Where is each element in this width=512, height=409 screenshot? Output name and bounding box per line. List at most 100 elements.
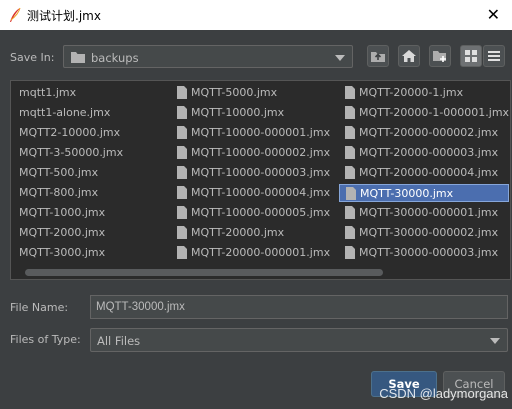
file-icon: [177, 226, 187, 239]
file-name: MQTT-1000.jmx: [19, 206, 106, 219]
file-name: mqtt1-alone.jmx: [19, 106, 111, 119]
file-name: mqtt1.jmx: [19, 86, 77, 99]
file-name: MQTT-30000-000003.jmx: [359, 246, 499, 259]
file-icon: [345, 246, 355, 259]
file-list-item[interactable]: MQTT-30000.jmx: [339, 184, 509, 202]
file-icon: [345, 86, 355, 99]
file-list[interactable]: mqtt1.jmx mqtt1-alone.jmx MQTT2-10000.jmx M…: [10, 80, 511, 280]
file-icon: [346, 187, 356, 200]
file-name: MQTT2-10000.jmx: [19, 126, 121, 139]
file-name: MQTT-20000-000002.jmx: [359, 126, 499, 139]
file-icon: [345, 226, 355, 239]
file-icon: [345, 126, 355, 139]
files-of-type-dropdown[interactable]: All Files: [90, 328, 508, 352]
file-list-item[interactable]: MQTT-10000.jmx: [171, 104, 334, 122]
save-in-value: backups: [91, 51, 139, 65]
file-list-item[interactable]: MQTT-20000-000002.jmx: [339, 124, 509, 142]
file-list-item[interactable]: MQTT-3000.jmx: [16, 244, 166, 262]
file-list-item[interactable]: MQTT-20000.jmx: [171, 224, 334, 242]
details-view-icon: [488, 51, 500, 61]
file-list-item[interactable]: MQTT-10000-000001.jmx: [171, 124, 334, 142]
file-name: MQTT-10000-000005.jmx: [191, 206, 331, 219]
file-list-item[interactable]: MQTT-3-50000.jmx: [16, 144, 166, 162]
file-name: MQTT-3000.jmx: [19, 246, 106, 259]
file-name: MQTT-20000-000003.jmx: [359, 146, 499, 159]
folder-icon: [71, 52, 85, 63]
save-in-dropdown[interactable]: backups: [63, 45, 353, 68]
file-list-item[interactable]: MQTT-2000.jmx: [16, 224, 166, 242]
file-list-item[interactable]: MQTT-20000-000004.jmx: [339, 164, 509, 182]
files-of-type-label: Files of Type:: [10, 333, 81, 346]
file-list-item[interactable]: mqtt1-alone.jmx: [16, 104, 166, 122]
file-name: MQTT-500.jmx: [19, 166, 99, 179]
file-icon: [345, 146, 355, 159]
file-name: MQTT-30000.jmx: [360, 187, 454, 200]
file-name-input[interactable]: [90, 295, 508, 319]
file-icon: [177, 206, 187, 219]
file-list-item[interactable]: MQTT-30000-000003.jmx: [339, 244, 509, 262]
file-list-item[interactable]: MQTT-30000-000002.jmx: [339, 224, 509, 242]
file-name: MQTT-10000-000001.jmx: [191, 126, 331, 139]
file-icon: [177, 106, 187, 119]
file-name: MQTT-10000-000004.jmx: [191, 186, 331, 199]
file-list-item[interactable]: MQTT-10000-000004.jmx: [171, 184, 334, 202]
file-icon: [177, 246, 187, 259]
watermark: CSDN @ladymorgana: [379, 386, 508, 401]
file-icon: [345, 206, 355, 219]
file-name: MQTT-3-50000.jmx: [19, 146, 124, 159]
file-name: MQTT-10000-000002.jmx: [191, 146, 331, 159]
file-name: MQTT-10000.jmx: [191, 106, 285, 119]
file-list-item[interactable]: MQTT-20000-000001.jmx: [171, 244, 334, 262]
files-of-type-value: All Files: [97, 334, 141, 348]
file-list-item[interactable]: MQTT2-10000.jmx: [16, 124, 166, 142]
file-list-item[interactable]: MQTT-10000-000002.jmx: [171, 144, 334, 162]
file-icon: [177, 126, 187, 139]
file-name: MQTT-20000-1-000001.jmx: [359, 106, 510, 119]
file-list-item[interactable]: MQTT-30000-000001.jmx: [339, 204, 509, 222]
chevron-down-icon: [490, 338, 500, 344]
file-name: MQTT-30000-000002.jmx: [359, 226, 499, 239]
file-list-item[interactable]: MQTT-10000-000005.jmx: [171, 204, 334, 222]
list-view-icon: [465, 50, 477, 62]
close-icon[interactable]: ✕: [487, 5, 500, 24]
up-one-level-button[interactable]: [367, 45, 389, 67]
file-icon: [177, 146, 187, 159]
file-icon: [177, 186, 187, 199]
file-name: MQTT-20000-000001.jmx: [191, 246, 331, 259]
file-list-item[interactable]: MQTT-10000-000003.jmx: [171, 164, 334, 182]
file-icon: [345, 166, 355, 179]
file-name: MQTT-20000-000004.jmx: [359, 166, 499, 179]
title-bar: 测试计划.jmx ✕: [0, 0, 512, 30]
file-list-item[interactable]: MQTT-1000.jmx: [16, 204, 166, 222]
home-icon: [402, 50, 416, 62]
file-list-item[interactable]: MQTT-5000.jmx: [171, 84, 334, 102]
file-name-label: File Name:: [10, 301, 69, 314]
chevron-down-icon: [335, 55, 345, 61]
file-name: MQTT-2000.jmx: [19, 226, 106, 239]
file-name: MQTT-20000-1.jmx: [359, 86, 464, 99]
new-folder-button[interactable]: [429, 45, 451, 67]
file-name: MQTT-800.jmx: [19, 186, 99, 199]
file-list-item[interactable]: MQTT-20000-000003.jmx: [339, 144, 509, 162]
home-button[interactable]: [398, 45, 420, 67]
jmeter-feather-icon: [10, 7, 21, 22]
file-list-item[interactable]: MQTT-20000-1.jmx: [339, 84, 509, 102]
file-name: MQTT-20000.jmx: [191, 226, 285, 239]
up-folder-icon: [371, 52, 385, 62]
file-list-item[interactable]: MQTT-500.jmx: [16, 164, 166, 182]
file-name: MQTT-5000.jmx: [191, 86, 278, 99]
details-view-button[interactable]: [483, 45, 505, 67]
horizontal-scrollbar[interactable]: [25, 269, 383, 276]
file-list-item[interactable]: mqtt1.jmx: [16, 84, 166, 102]
new-folder-icon: [433, 51, 446, 62]
file-name: MQTT-30000-000001.jmx: [359, 206, 499, 219]
list-view-button[interactable]: [460, 45, 482, 67]
file-list-item[interactable]: MQTT-20000-1-000001.jmx: [339, 104, 509, 122]
file-list-item[interactable]: MQTT-800.jmx: [16, 184, 166, 202]
file-icon: [177, 166, 187, 179]
save-in-label: Save In:: [10, 51, 55, 64]
file-icon: [177, 86, 187, 99]
file-icon: [345, 106, 355, 119]
window-title: 测试计划.jmx: [27, 9, 101, 23]
file-name: MQTT-10000-000003.jmx: [191, 166, 331, 179]
